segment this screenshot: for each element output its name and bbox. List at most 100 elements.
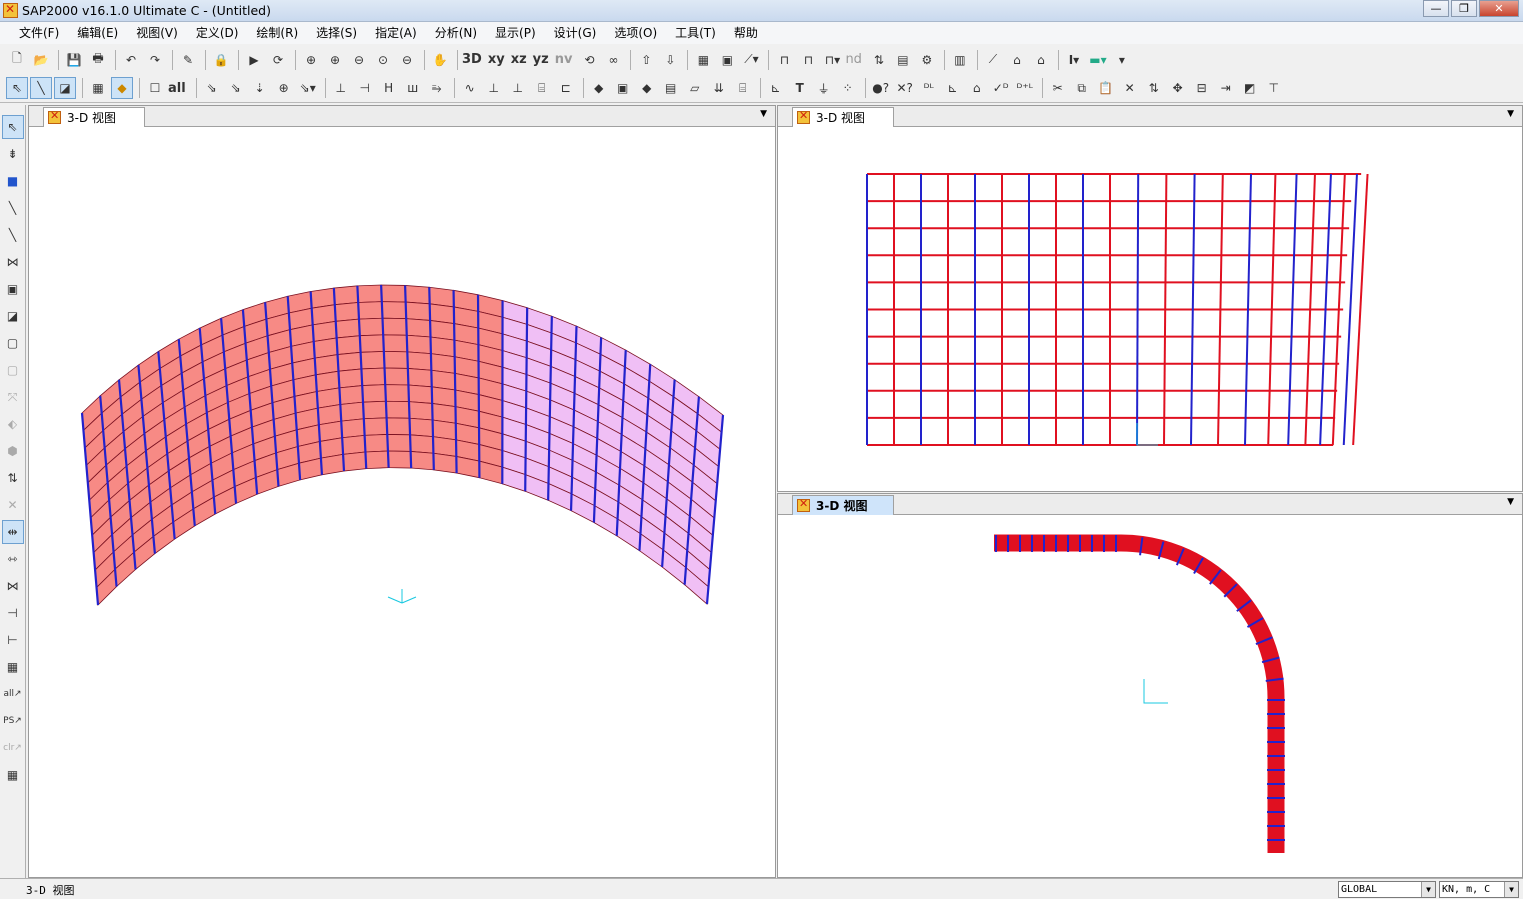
check-frame-icon[interactable]: ✕? bbox=[894, 77, 916, 99]
zoom-prev-icon[interactable]: ⊖ bbox=[396, 49, 418, 71]
right-top-canvas[interactable] bbox=[778, 127, 1522, 491]
draw-joint-icon[interactable]: ■ bbox=[2, 169, 24, 193]
graph-icon[interactable]: ⟋ bbox=[982, 49, 1004, 71]
area-section-icon[interactable]: ⌸ bbox=[531, 77, 553, 99]
right-top-pane-dropdown-icon[interactable]: ▼ bbox=[1507, 109, 1514, 119]
show-deformed-icon[interactable]: ▣ bbox=[716, 49, 738, 71]
options-dropdown-icon[interactable]: ⟋▾ bbox=[740, 49, 762, 71]
close-button[interactable]: ✕ bbox=[1479, 0, 1519, 17]
select-ps-icon[interactable]: PS↗ bbox=[2, 709, 24, 733]
right-bottom-pane-dropdown-icon[interactable]: ▼ bbox=[1507, 497, 1514, 507]
joint-load-icon[interactable]: ⇅ bbox=[868, 49, 890, 71]
quick-frame-icon[interactable]: ╲ bbox=[2, 223, 24, 247]
assign-restraint-icon[interactable]: ⇘ bbox=[225, 77, 247, 99]
zoom-out-icon[interactable]: ⊖ bbox=[348, 49, 370, 71]
check-model-icon[interactable]: ●? bbox=[870, 77, 892, 99]
units-select[interactable]: KN, m, C ▼ bbox=[1439, 881, 1519, 898]
menu-assign[interactable]: 指定(A) bbox=[366, 22, 426, 44]
chart-icon[interactable]: ⌂ bbox=[1006, 49, 1028, 71]
undo-icon[interactable]: ↶ bbox=[120, 49, 142, 71]
grid-icon[interactable]: ▦ bbox=[87, 77, 109, 99]
left-pane-dropdown-icon[interactable]: ▼ bbox=[760, 109, 767, 119]
draw-link-icon[interactable]: ⤧ bbox=[2, 385, 24, 409]
run-icon[interactable]: ▶ bbox=[243, 49, 265, 71]
draw-area-icon[interactable]: ◪ bbox=[54, 77, 76, 99]
assign-mass-icon[interactable]: ⊕ bbox=[273, 77, 295, 99]
frame-sections-icon[interactable]: ⊥ bbox=[330, 77, 352, 99]
menu-options[interactable]: 选项(O) bbox=[605, 22, 666, 44]
snap-end-icon[interactable]: ⇿ bbox=[2, 547, 24, 571]
menu-tools[interactable]: 工具(T) bbox=[666, 22, 725, 44]
open-icon[interactable]: 📂 bbox=[30, 49, 52, 71]
assign-joint-icon[interactable]: ⇘ bbox=[201, 77, 223, 99]
menu-edit[interactable]: 编辑(E) bbox=[68, 22, 127, 44]
align-icon[interactable]: ⊤ bbox=[1263, 77, 1285, 99]
draw-brace-icon[interactable]: ⋈ bbox=[2, 250, 24, 274]
zoom-window-icon[interactable]: ⊕ bbox=[300, 49, 322, 71]
table-icon[interactable]: ▤ bbox=[892, 49, 914, 71]
edit-icon[interactable]: ✎ bbox=[177, 49, 199, 71]
moving-load-icon[interactable]: ⇊ bbox=[708, 77, 730, 99]
minimize-button[interactable]: — bbox=[1423, 0, 1449, 17]
move-icon[interactable]: ✥ bbox=[1167, 77, 1189, 99]
joint-pattern-icon[interactable]: ▤ bbox=[660, 77, 682, 99]
move-up-icon[interactable]: ⇧ bbox=[635, 49, 657, 71]
replicate-icon[interactable]: ⇅ bbox=[1143, 77, 1165, 99]
zoom-in-icon[interactable]: ⊕ bbox=[324, 49, 346, 71]
draw-section-cut-icon[interactable]: ⇅ bbox=[2, 466, 24, 490]
display-color-icon[interactable]: ▬▾ bbox=[1087, 49, 1109, 71]
influence-icon[interactable]: ⌸ bbox=[732, 77, 754, 99]
solid-load-icon[interactable]: ◆ bbox=[636, 77, 658, 99]
view-xy-button[interactable]: xy bbox=[488, 52, 505, 67]
paste-icon[interactable]: 📋 bbox=[1095, 77, 1117, 99]
frame-numbering-icon[interactable]: ш bbox=[402, 77, 424, 99]
right-bottom-3d-view-pane[interactable]: 3-D 视图 ▼ bbox=[777, 493, 1523, 878]
draw-special-joint-icon[interactable]: ▣ bbox=[2, 277, 24, 301]
redo-icon[interactable]: ↷ bbox=[144, 49, 166, 71]
snap-midpoint-icon[interactable]: ⇹ bbox=[1, 520, 24, 544]
draw-solid-icon[interactable]: ⬢ bbox=[2, 439, 24, 463]
menu-analyze[interactable]: 分析(N) bbox=[426, 22, 486, 44]
move-down-icon[interactable]: ⇩ bbox=[659, 49, 681, 71]
draw-dimension-icon[interactable]: ✕ bbox=[2, 493, 24, 517]
right-bottom-canvas[interactable] bbox=[778, 515, 1522, 877]
menu-display[interactable]: 显示(P) bbox=[486, 22, 545, 44]
link-icon[interactable]: ⊥ bbox=[483, 77, 505, 99]
more-dropdown-icon[interactable]: ▾ bbox=[1111, 49, 1133, 71]
coord-system-select[interactable]: GLOBAL ▼ bbox=[1338, 881, 1436, 898]
frame-releases-icon[interactable]: ⊣ bbox=[354, 77, 376, 99]
save-icon[interactable]: 💾 bbox=[63, 49, 85, 71]
menu-view[interactable]: 视图(V) bbox=[127, 22, 187, 44]
select-all-label[interactable]: all bbox=[168, 81, 186, 96]
view-nv-button[interactable]: nv bbox=[555, 52, 573, 67]
select-pointer-icon[interactable]: ⇖ bbox=[6, 77, 28, 99]
menu-select[interactable]: 选择(S) bbox=[307, 22, 366, 44]
merge-icon[interactable]: ⇥ bbox=[1215, 77, 1237, 99]
section-designer-icon[interactable]: I▾ bbox=[1063, 49, 1085, 71]
lock-icon[interactable]: 🔒 bbox=[210, 49, 232, 71]
set-display-icon[interactable]: ▦ bbox=[692, 49, 714, 71]
cut-icon[interactable]: ✂ bbox=[1047, 77, 1069, 99]
right-top-pane-tab[interactable]: 3-D 视图 bbox=[792, 107, 894, 127]
support-icon[interactable]: ⊥ bbox=[507, 77, 529, 99]
draw-tendon-icon[interactable]: ⬖ bbox=[2, 412, 24, 436]
divide-icon[interactable]: ⊟ bbox=[1191, 77, 1213, 99]
database-icon[interactable]: ▥ bbox=[949, 49, 971, 71]
snap-perpendicular-icon[interactable]: ⊣ bbox=[2, 601, 24, 625]
show-joint-icon[interactable]: ⁘ bbox=[837, 77, 859, 99]
zoom-fit-icon[interactable]: ⊙ bbox=[372, 49, 394, 71]
left-3d-canvas[interactable] bbox=[29, 127, 775, 877]
reshape-icon[interactable]: ⇟ bbox=[2, 142, 24, 166]
menu-file[interactable]: 文件(F) bbox=[10, 22, 68, 44]
delete-icon[interactable]: ✕ bbox=[1119, 77, 1141, 99]
assign-spring-icon[interactable]: ⇣ bbox=[249, 77, 271, 99]
spring-icon[interactable]: ∿ bbox=[459, 77, 481, 99]
new-icon[interactable]: 🗋 bbox=[6, 49, 28, 71]
select-all-icon[interactable]: ☐ bbox=[144, 77, 166, 99]
show-forces-icon[interactable]: ⊾ bbox=[765, 77, 787, 99]
show-stress-icon[interactable]: T bbox=[789, 77, 811, 99]
settings-gear-icon[interactable]: ⚙ bbox=[916, 49, 938, 71]
draw-line-icon[interactable]: ╲ bbox=[30, 77, 52, 99]
right-bottom-pane-tab[interactable]: 3-D 视图 bbox=[792, 495, 894, 515]
snap-line-icon[interactable]: ⊢ bbox=[2, 628, 24, 652]
